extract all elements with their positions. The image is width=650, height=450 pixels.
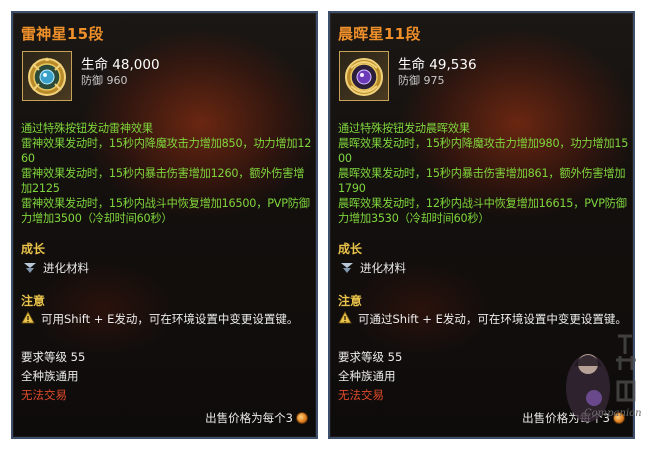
growth-item: 进化材料 <box>23 260 89 276</box>
defense-stat: 防御 975 <box>398 74 445 87</box>
race-restriction: 全种族通用 <box>21 369 79 383</box>
item-title: 晨晖星11段 <box>338 25 421 43</box>
required-level: 要求等级 55 <box>338 350 403 364</box>
watermark-text: Companion <box>584 408 642 419</box>
effect-description: 通过特殊按钮发动雷神效果 雷神效果发动时，15秒内降魔攻击力增加850，功力增加… <box>21 121 313 226</box>
notice-heading: 注意 <box>338 294 363 308</box>
copper-coin-icon <box>296 412 308 424</box>
warning-icon <box>21 311 35 324</box>
companion-watermark-logo <box>566 334 636 422</box>
growth-item: 进化材料 <box>340 260 406 276</box>
upgrade-arrows-icon <box>24 263 36 273</box>
item-icon[interactable] <box>22 51 72 101</box>
effect-line: 通过特殊按钮发动晨晖效果 晨晖效果发动时，15秒内降魔攻击力增加980，功力增加… <box>338 122 629 225</box>
required-level: 要求等级 55 <box>21 350 86 364</box>
growth-heading: 成长 <box>338 242 363 256</box>
item-title: 雷神星15段 <box>21 25 104 43</box>
race-restriction: 全种族通用 <box>338 369 396 383</box>
trade-status: 无法交易 <box>338 388 384 402</box>
warning-icon <box>338 311 352 324</box>
growth-heading: 成长 <box>21 242 46 256</box>
sell-price-label: 出售价格为每个3 <box>205 411 293 425</box>
defense-stat: 防御 960 <box>81 74 128 87</box>
hp-stat: 生命 48,000 <box>81 57 160 73</box>
amulet-icon <box>345 58 383 96</box>
effect-line: 通过特殊按钮发动雷神效果 雷神效果发动时，15秒内降魔攻击力增加850，功力增加… <box>21 122 312 225</box>
item-tooltip-left: 雷神星15段 生命 48,000 防御 960 通过特殊按钮发动雷神效果 雷神效… <box>11 11 318 439</box>
upgrade-arrows-icon <box>341 263 353 273</box>
notice-body: 可用Shift + E发动，可在环境设置中变更设置键。 <box>41 312 299 326</box>
notice-text: 可用Shift + E发动，可在环境设置中变更设置键。 <box>21 310 311 329</box>
notice-heading: 注意 <box>21 294 46 308</box>
item-icon[interactable] <box>339 51 389 101</box>
hp-stat: 生命 49,536 <box>398 57 477 73</box>
effect-description: 通过特殊按钮发动晨晖效果 晨晖效果发动时，15秒内降魔攻击力增加980，功力增加… <box>338 121 630 226</box>
growth-item-label: 进化材料 <box>43 261 89 275</box>
trade-status: 无法交易 <box>21 388 67 402</box>
growth-item-label: 进化材料 <box>360 261 406 275</box>
sell-price: 出售价格为每个3 <box>205 410 308 426</box>
amulet-icon <box>28 57 66 96</box>
notice-body: 可通过Shift + E发动，可在环境设置中变更设置键。 <box>358 312 627 326</box>
